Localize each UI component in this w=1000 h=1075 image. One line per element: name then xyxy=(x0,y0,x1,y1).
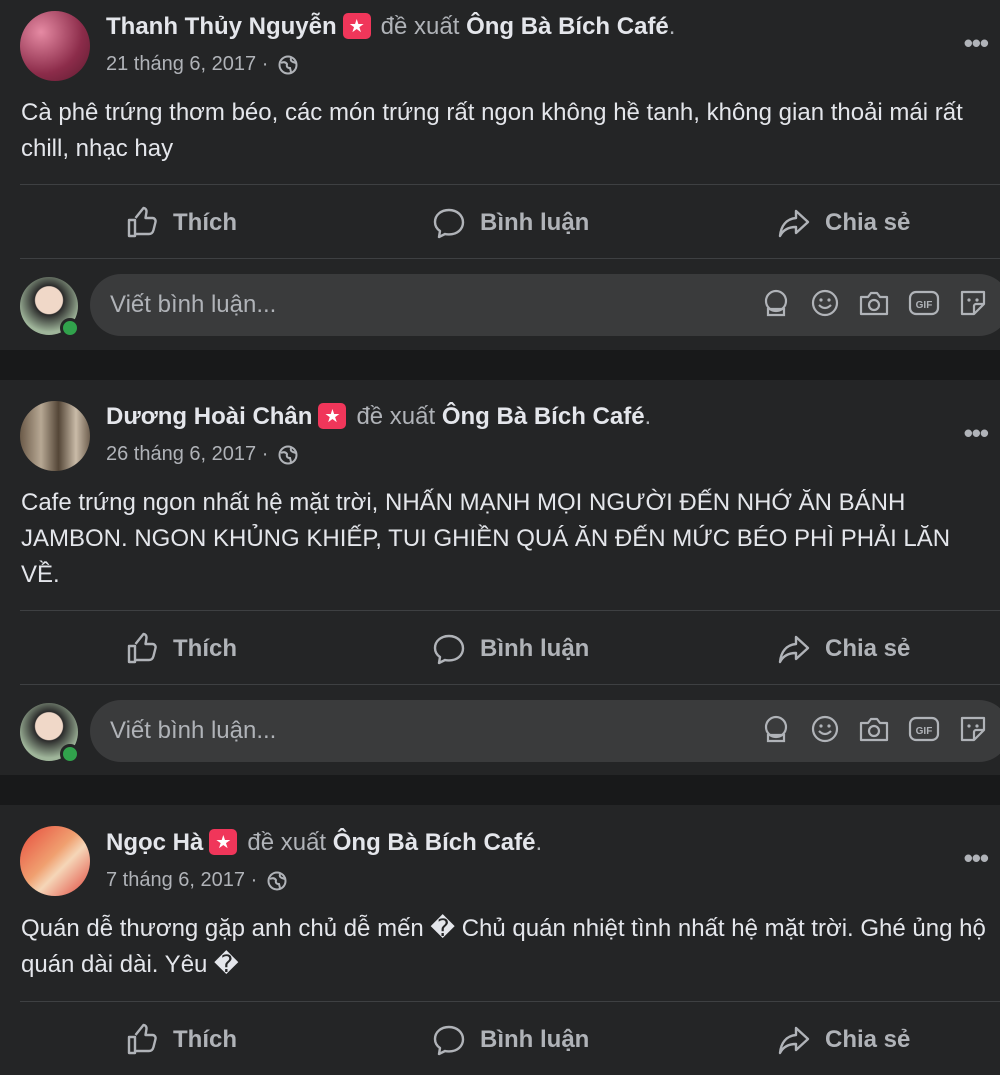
post-header: Thanh Thủy Nguyễn ★ đề xuất Ông Bà Bích Ca… xyxy=(106,13,676,40)
divider xyxy=(20,258,1000,259)
share-button[interactable]: Chia sẻ xyxy=(777,186,910,260)
recommend-badge-icon: ★ xyxy=(342,13,371,39)
page-name[interactable]: Ông Bà Bích Café xyxy=(333,829,536,856)
divider xyxy=(20,610,1000,611)
online-status-dot xyxy=(60,318,80,338)
divider xyxy=(20,184,1000,185)
post-header: Dương Hoài Chân ★ đề xuất Ông Bà Bích Café… xyxy=(106,403,652,430)
comment-label: Bình luận xyxy=(480,635,590,662)
author-name[interactable]: Thanh Thủy Nguyễn xyxy=(106,13,337,40)
share-label: Chia sẻ xyxy=(825,635,911,662)
globe-icon xyxy=(278,445,298,465)
comment-button[interactable]: Bình luận xyxy=(432,186,589,260)
post-date[interactable]: 26 tháng 6, 2017 · xyxy=(106,443,268,465)
recommend-verb: đề xuất xyxy=(380,13,460,40)
post-header: Ngọc Hà ★ đề xuất Ông Bà Bích Café. xyxy=(106,829,543,856)
like-label: Thích xyxy=(173,635,237,662)
page-name[interactable]: Ông Bà Bích Café xyxy=(466,13,669,40)
action-bar: Thích Bình luận Chia sẻ xyxy=(0,1003,1000,1075)
like-button[interactable]: Thích xyxy=(125,612,237,686)
camera-icon[interactable] xyxy=(858,714,890,749)
post-date[interactable]: 21 tháng 6, 2017 · xyxy=(106,53,268,75)
comment-button[interactable]: Bình luận xyxy=(432,612,589,686)
post-text: Quán dễ thương gặp anh chủ dễ mến � Chủ … xyxy=(21,915,986,978)
gif-icon[interactable]: GIF xyxy=(908,714,940,749)
like-icon xyxy=(127,206,157,238)
comment-label: Bình luận xyxy=(480,209,590,236)
author-name[interactable]: Dương Hoài Chân xyxy=(106,403,312,430)
sticker-icon[interactable] xyxy=(958,714,988,749)
svg-text:GIF: GIF xyxy=(916,300,933,311)
post-text: Cà phê trứng thơm béo, các món trứng rất… xyxy=(21,99,963,162)
share-icon xyxy=(778,209,810,238)
comment-icon xyxy=(433,634,465,665)
comment-tools: GIF xyxy=(760,274,1000,336)
author-avatar[interactable] xyxy=(20,11,90,81)
more-icon[interactable]: ••• xyxy=(964,843,989,874)
share-icon xyxy=(778,1026,810,1055)
avatar-frame-icon[interactable] xyxy=(760,287,792,324)
like-label: Thích xyxy=(173,1026,237,1053)
like-button[interactable]: Thích xyxy=(125,186,237,260)
post-card: Dương Hoài Chân ★ đề xuất Ông Bà Bích Café… xyxy=(0,380,1000,775)
comment-button[interactable]: Bình luận xyxy=(432,1003,589,1075)
recommend-badge-icon: ★ xyxy=(209,829,238,855)
globe-icon xyxy=(267,871,287,891)
author-avatar[interactable] xyxy=(20,401,90,471)
camera-icon[interactable] xyxy=(858,288,890,323)
online-status-dot xyxy=(60,744,80,764)
divider xyxy=(20,1001,1000,1002)
like-icon xyxy=(127,1023,157,1055)
divider xyxy=(20,684,1000,685)
share-button[interactable]: Chia sẻ xyxy=(777,1003,910,1075)
share-icon xyxy=(778,635,810,664)
post-card: Thanh Thủy Nguyễn ★ đề xuất Ông Bà Bích Ca… xyxy=(0,0,1000,350)
share-button[interactable]: Chia sẻ xyxy=(777,612,910,686)
comment-tools: GIF xyxy=(760,700,1000,762)
emoji-icon[interactable] xyxy=(810,288,840,323)
author-name[interactable]: Ngọc Hà xyxy=(106,829,203,856)
recommend-verb: đề xuất xyxy=(247,829,327,856)
comment-icon xyxy=(433,1025,465,1056)
more-icon[interactable]: ••• xyxy=(964,418,989,449)
post-meta: 7 tháng 6, 2017 · xyxy=(106,867,287,893)
svg-text:GIF: GIF xyxy=(916,726,933,737)
share-label: Chia sẻ xyxy=(825,1026,911,1053)
post-meta: 21 tháng 6, 2017 · xyxy=(106,51,298,77)
page-name[interactable]: Ông Bà Bích Café xyxy=(442,403,645,430)
sticker-icon[interactable] xyxy=(958,288,988,323)
post-card: Ngọc Hà ★ đề xuất Ông Bà Bích Café. 7 thán… xyxy=(0,805,1000,1075)
gif-icon[interactable]: GIF xyxy=(908,288,940,323)
comment-composer: Viết bình luận... GIF xyxy=(0,270,1000,340)
comment-placeholder: Viết bình luận... xyxy=(110,291,277,318)
more-icon[interactable]: ••• xyxy=(964,28,989,59)
action-bar: Thích Bình luận Chia sẻ xyxy=(0,186,1000,260)
avatar-frame-icon[interactable] xyxy=(760,713,792,750)
author-avatar[interactable] xyxy=(20,826,90,896)
comment-label: Bình luận xyxy=(480,1026,590,1053)
comment-placeholder: Viết bình luận... xyxy=(110,717,277,744)
comment-input[interactable]: Viết bình luận... GIF xyxy=(90,700,1000,762)
comment-input[interactable]: Viết bình luận... GIF xyxy=(90,274,1000,336)
action-bar: Thích Bình luận Chia sẻ xyxy=(0,612,1000,686)
comment-icon xyxy=(433,208,465,239)
recommend-badge-icon: ★ xyxy=(318,403,347,429)
recommend-verb: đề xuất xyxy=(356,403,436,430)
like-label: Thích xyxy=(173,209,237,236)
comment-composer: Viết bình luận... GIF xyxy=(0,696,1000,766)
post-date[interactable]: 7 tháng 6, 2017 · xyxy=(106,869,257,891)
globe-icon xyxy=(278,55,298,75)
post-text: Cafe trứng ngon nhất hệ mặt trời, NHẤN M… xyxy=(21,489,951,588)
post-meta: 26 tháng 6, 2017 · xyxy=(106,441,298,467)
like-icon xyxy=(127,632,157,664)
like-button[interactable]: Thích xyxy=(125,1003,237,1075)
emoji-icon[interactable] xyxy=(810,714,840,749)
share-label: Chia sẻ xyxy=(825,209,911,236)
